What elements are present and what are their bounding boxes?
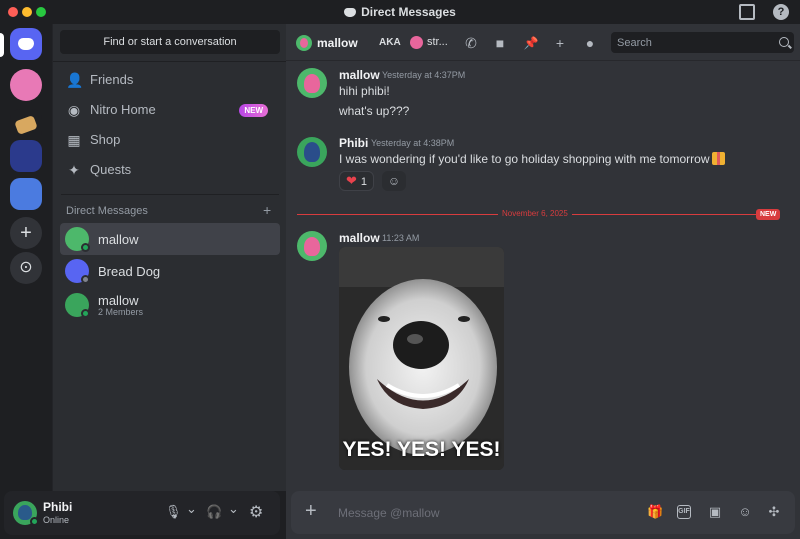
add-reaction-button[interactable]: ☺ — [382, 171, 406, 191]
search-input[interactable] — [617, 32, 767, 53]
server-icon-2[interactable] — [10, 109, 42, 141]
reaction-count: 1 — [360, 176, 368, 188]
find-conversation-button[interactable]: Find or start a conversation — [60, 30, 280, 54]
chat-header: mallow AKA str... ✆ ■ 📌 + ● — [286, 24, 800, 61]
nav-label: Nitro Home — [90, 102, 156, 117]
dm-item-bread-dog[interactable]: Bread Dog — [60, 255, 280, 287]
gif-attachment[interactable]: YES! YES! YES! — [339, 247, 504, 470]
search-box[interactable] — [611, 32, 794, 53]
discord-logo-icon — [344, 8, 357, 17]
dm-item-mallow[interactable]: mallow — [60, 223, 280, 255]
nav-label: Quests — [90, 162, 132, 177]
emoji-icon[interactable]: ☺ — [737, 504, 753, 520]
nav-item-friends[interactable]: 👤 Friends — [60, 66, 280, 94]
message-text-content: I was wondering if you'd like to go holi… — [339, 152, 710, 166]
gift-emoji-icon — [712, 152, 726, 165]
avatar[interactable] — [297, 231, 327, 261]
user-status: Online — [43, 515, 70, 525]
dm-name: Bread Dog — [98, 264, 161, 279]
add-friends-icon[interactable]: + — [551, 34, 569, 52]
gif-caption: YES! YES! YES! — [342, 438, 501, 461]
nav-item-nitro-home[interactable]: ◉ Nitro Home NEW — [60, 96, 280, 124]
chevron-down-icon[interactable]: ⌄ — [228, 501, 239, 517]
voice-call-icon[interactable]: ✆ — [462, 34, 480, 52]
message-timestamp: 11:23 AM — [382, 233, 420, 243]
new-badge: NEW — [239, 104, 268, 117]
help-icon[interactable]: ? — [773, 4, 789, 20]
message-text: I was wondering if you'd like to go holi… — [339, 152, 726, 166]
message-timestamp: Yesterday at 4:38PM — [371, 138, 455, 148]
avatar — [296, 35, 312, 51]
aka-name[interactable]: str... — [427, 36, 448, 48]
home-button[interactable] — [10, 28, 42, 60]
message-text: hihi phibi! — [339, 84, 390, 98]
gift-icon[interactable]: 🎁 — [647, 504, 663, 520]
nav-label: Shop — [90, 132, 121, 147]
avatar[interactable] — [297, 137, 327, 167]
message-input[interactable] — [338, 502, 618, 524]
aka-label: AKA — [379, 37, 401, 48]
create-dm-button[interactable]: + — [263, 202, 271, 218]
window-title: Direct Messages — [0, 5, 800, 19]
mic-icon[interactable]: 🎙 — [165, 504, 182, 520]
dog-gif-image — [339, 247, 504, 470]
dm-section-header: Direct Messages — [66, 205, 148, 217]
nitro-icon: ◉ — [67, 102, 81, 118]
search-icon[interactable] — [779, 37, 789, 47]
heart-icon: ❤ — [346, 173, 357, 188]
chevron-down-icon[interactable]: ⌄ — [186, 501, 197, 517]
nav-item-quests[interactable]: ✦ Quests — [60, 156, 280, 184]
server-icon-3[interactable] — [10, 140, 42, 172]
online-status-icon — [81, 309, 90, 318]
nav-label: Friends — [90, 72, 134, 87]
selected-server-indicator — [0, 33, 4, 57]
dm-name: mallow — [98, 293, 139, 308]
friends-icon: 👤 — [66, 72, 84, 88]
shop-icon: ▦ — [67, 132, 81, 148]
nav-item-shop[interactable]: ▦ Shop — [60, 126, 280, 154]
message-author[interactable]: mallow — [339, 231, 380, 245]
chat-area: mallow AKA str... ✆ ■ 📌 + ● mallow Yeste… — [286, 24, 800, 539]
message-composer: + 🎁 GIF ▣ ☺ ✣ — [291, 491, 795, 534]
server-icon-1[interactable] — [10, 69, 42, 101]
divider — [53, 61, 287, 62]
divider-date: November 6, 2025 — [498, 209, 572, 218]
video-call-icon[interactable]: ■ — [491, 34, 509, 52]
user-panel: Phibi Online 🎙 ⌄ 🎧 ⌄ ⚙ — [4, 491, 280, 535]
add-server-button[interactable]: + — [10, 217, 42, 249]
apps-icon[interactable]: ✣ — [766, 504, 782, 520]
dm-name: mallow — [98, 232, 139, 247]
user-profile-icon[interactable]: ● — [581, 34, 599, 52]
discover-servers-button[interactable]: ⊙ — [10, 252, 42, 284]
chat-title[interactable]: mallow — [317, 36, 358, 50]
avatar[interactable] — [297, 68, 327, 98]
headset-icon[interactable]: 🎧 — [206, 504, 222, 520]
server-icon-4[interactable] — [10, 178, 42, 210]
message-author[interactable]: Phibi — [339, 136, 368, 150]
dm-item-group-mallow[interactable]: mallow 2 Members — [60, 289, 280, 321]
dm-sidebar: Find or start a conversation 👤 Friends ◉… — [52, 24, 287, 491]
user-name[interactable]: Phibi — [43, 500, 72, 514]
sticker-icon[interactable]: ▣ — [707, 504, 723, 520]
heart-reaction[interactable]: ❤ 1 — [339, 171, 375, 191]
server-rail: + ⊙ — [0, 24, 52, 539]
aka-avatar — [410, 36, 423, 49]
quests-icon: ✦ — [68, 162, 80, 178]
pin-icon[interactable]: 📌 — [522, 34, 540, 52]
upload-button[interactable]: + — [305, 500, 317, 523]
online-status-icon — [30, 517, 39, 526]
message-timestamp: Yesterday at 4:37PM — [382, 70, 466, 80]
divider — [61, 194, 279, 195]
inbox-icon[interactable] — [739, 4, 755, 20]
dm-member-count: 2 Members — [98, 307, 144, 317]
offline-status-icon — [81, 275, 90, 284]
gif-picker-button[interactable]: GIF — [677, 505, 691, 519]
gear-icon[interactable]: ⚙ — [249, 502, 263, 522]
title-bar: Direct Messages ? — [0, 0, 800, 24]
online-status-icon — [81, 243, 90, 252]
new-badge: NEW — [756, 209, 781, 220]
message-text: what's up??? — [339, 104, 410, 118]
message-author[interactable]: mallow — [339, 68, 380, 82]
